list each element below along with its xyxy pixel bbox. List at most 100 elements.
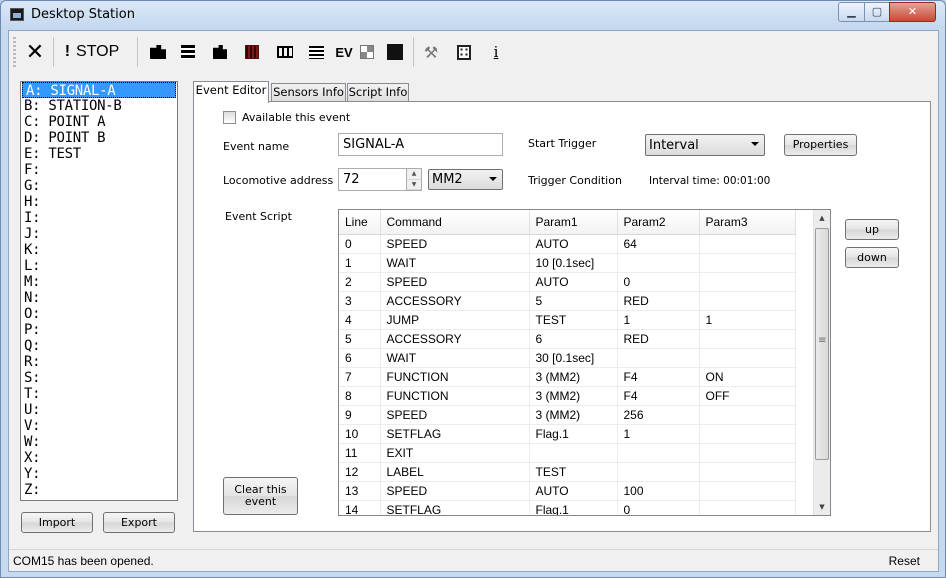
cell-command[interactable]: SPEED <box>380 234 530 254</box>
loco-throttle-button[interactable] <box>208 37 232 67</box>
cell-param3[interactable]: 1 <box>699 310 796 330</box>
vertical-scrollbar[interactable]: ▲ ▼ <box>813 210 830 515</box>
cell-param1[interactable]: Flag.1 <box>529 500 618 515</box>
title-bar[interactable]: Desktop Station ▁ ▢ ✕ <box>1 1 945 29</box>
event-list-item[interactable]: W: <box>21 434 177 450</box>
column-header-param2[interactable]: Param2 <box>617 210 700 235</box>
cell-param1[interactable]: 3 (MM2) <box>529 405 618 425</box>
event-list-item[interactable]: V: <box>21 418 177 434</box>
cell-param3[interactable] <box>699 481 796 501</box>
close-window-button[interactable]: ✕ <box>889 2 936 22</box>
table-row[interactable]: 12 LABEL TEST <box>339 462 796 482</box>
event-button[interactable]: EV <box>332 37 356 67</box>
scroll-down-icon[interactable]: ▼ <box>814 499 830 515</box>
event-list-item[interactable]: C: POINT A <box>21 114 177 130</box>
cell-command[interactable]: SPEED <box>380 272 530 292</box>
cell-param3[interactable] <box>699 291 796 311</box>
spin-buttons[interactable]: ▲ ▼ <box>406 169 421 190</box>
event-list-item[interactable]: L: <box>21 258 177 274</box>
event-list-item[interactable]: Y: <box>21 466 177 482</box>
event-list-item[interactable]: P: <box>21 322 177 338</box>
cell-param1[interactable]: AUTO <box>529 272 618 292</box>
cell-param2[interactable]: 256 <box>617 405 700 425</box>
cell-param1[interactable]: 30 [0.1sec] <box>529 348 618 368</box>
column-header-line[interactable]: Line <box>339 210 381 235</box>
event-list-item[interactable]: I: <box>21 210 177 226</box>
rail-button[interactable] <box>273 37 297 67</box>
cell-command[interactable]: LABEL <box>380 462 530 482</box>
event-list-item[interactable]: J: <box>21 226 177 242</box>
event-list-item[interactable]: H: <box>21 194 177 210</box>
cell-param1[interactable]: AUTO <box>529 234 618 254</box>
move-up-button[interactable]: up <box>845 219 899 240</box>
protocol-select[interactable]: MM2 <box>428 169 503 190</box>
event-script-grid[interactable]: Line Command Param1 Param2 Param3 0 SPEED… <box>338 209 831 516</box>
cell-param3[interactable] <box>699 424 796 444</box>
table-row[interactable]: 3 ACCESSORY 5 RED <box>339 291 796 311</box>
cell-param2[interactable] <box>617 443 700 463</box>
table-row[interactable]: 5 ACCESSORY 6 RED <box>339 329 796 349</box>
table-row[interactable]: 9 SPEED 3 (MM2) 256 <box>339 405 796 425</box>
cell-param1[interactable] <box>529 443 618 463</box>
event-list-item[interactable]: K: <box>21 242 177 258</box>
stop-button[interactable]: ! STOP <box>59 37 125 67</box>
event-list-item[interactable]: G: <box>21 178 177 194</box>
spin-up-icon[interactable]: ▲ <box>407 169 421 180</box>
cell-command[interactable]: ACCESSORY <box>380 291 530 311</box>
event-list-item[interactable]: B: STATION-B <box>21 98 177 114</box>
spin-down-icon[interactable]: ▼ <box>407 179 421 190</box>
event-list-item[interactable]: Q: <box>21 338 177 354</box>
cell-param2[interactable] <box>617 253 700 273</box>
cell-param3[interactable] <box>699 443 796 463</box>
calculator-button[interactable] <box>452 37 476 67</box>
ps-button[interactable] <box>383 37 407 67</box>
cell-command[interactable]: FUNCTION <box>380 367 530 387</box>
event-list-item[interactable]: A: SIGNAL-A <box>22 82 176 99</box>
cell-param2[interactable]: RED <box>617 329 700 349</box>
cell-command[interactable]: FUNCTION <box>380 386 530 406</box>
cell-command[interactable]: WAIT <box>380 253 530 273</box>
cell-command[interactable]: SETFLAG <box>380 500 530 515</box>
cell-param1[interactable]: 3 (MM2) <box>529 386 618 406</box>
cell-param3[interactable] <box>699 500 796 515</box>
cell-param2[interactable]: 0 <box>617 500 700 515</box>
export-button[interactable]: Export <box>103 512 175 533</box>
clear-event-button[interactable]: Clear this event <box>223 477 298 515</box>
event-list-item[interactable]: T: <box>21 386 177 402</box>
cell-command[interactable]: EXIT <box>380 443 530 463</box>
table-row[interactable]: 0 SPEED AUTO 64 <box>339 234 796 254</box>
tab-script-info[interactable]: Script Info <box>347 83 409 102</box>
cell-param3[interactable] <box>699 272 796 292</box>
cell-param3[interactable]: ON <box>699 367 796 387</box>
cell-param1[interactable]: 6 <box>529 329 618 349</box>
table-row[interactable]: 13 SPEED AUTO 100 <box>339 481 796 501</box>
cell-param2[interactable]: 64 <box>617 234 700 254</box>
list-button[interactable] <box>304 37 328 67</box>
locomotive-button[interactable] <box>146 37 170 67</box>
cell-param1[interactable]: 10 [0.1sec] <box>529 253 618 273</box>
table-row[interactable]: 7 FUNCTION 3 (MM2) F4 ON <box>339 367 796 387</box>
event-name-input[interactable]: SIGNAL-A <box>338 133 503 156</box>
cell-param2[interactable]: F4 <box>617 386 700 406</box>
properties-button[interactable]: Properties <box>784 134 857 156</box>
start-trigger-select[interactable]: Interval <box>645 134 765 156</box>
cell-command[interactable]: JUMP <box>380 310 530 330</box>
layout-button[interactable] <box>240 37 264 67</box>
minimize-button[interactable]: ▁ <box>838 2 865 22</box>
table-row[interactable]: 1 WAIT 10 [0.1sec] <box>339 253 796 273</box>
toolbar-grip[interactable] <box>13 37 16 67</box>
move-down-button[interactable]: down <box>845 247 899 268</box>
cell-param2[interactable]: 0 <box>617 272 700 292</box>
cell-param1[interactable]: TEST <box>529 462 618 482</box>
cell-command[interactable]: ACCESSORY <box>380 329 530 349</box>
cell-param3[interactable] <box>699 348 796 368</box>
cell-param1[interactable]: 3 (MM2) <box>529 367 618 387</box>
event-list-item[interactable]: E: TEST <box>21 146 177 162</box>
scroll-thumb[interactable] <box>815 228 829 460</box>
cell-param2[interactable]: 100 <box>617 481 700 501</box>
scroll-up-icon[interactable]: ▲ <box>814 210 830 226</box>
stack-button[interactable] <box>176 37 200 67</box>
event-list-item[interactable]: M: <box>21 274 177 290</box>
cell-param1[interactable]: AUTO <box>529 481 618 501</box>
import-button[interactable]: Import <box>21 512 93 533</box>
